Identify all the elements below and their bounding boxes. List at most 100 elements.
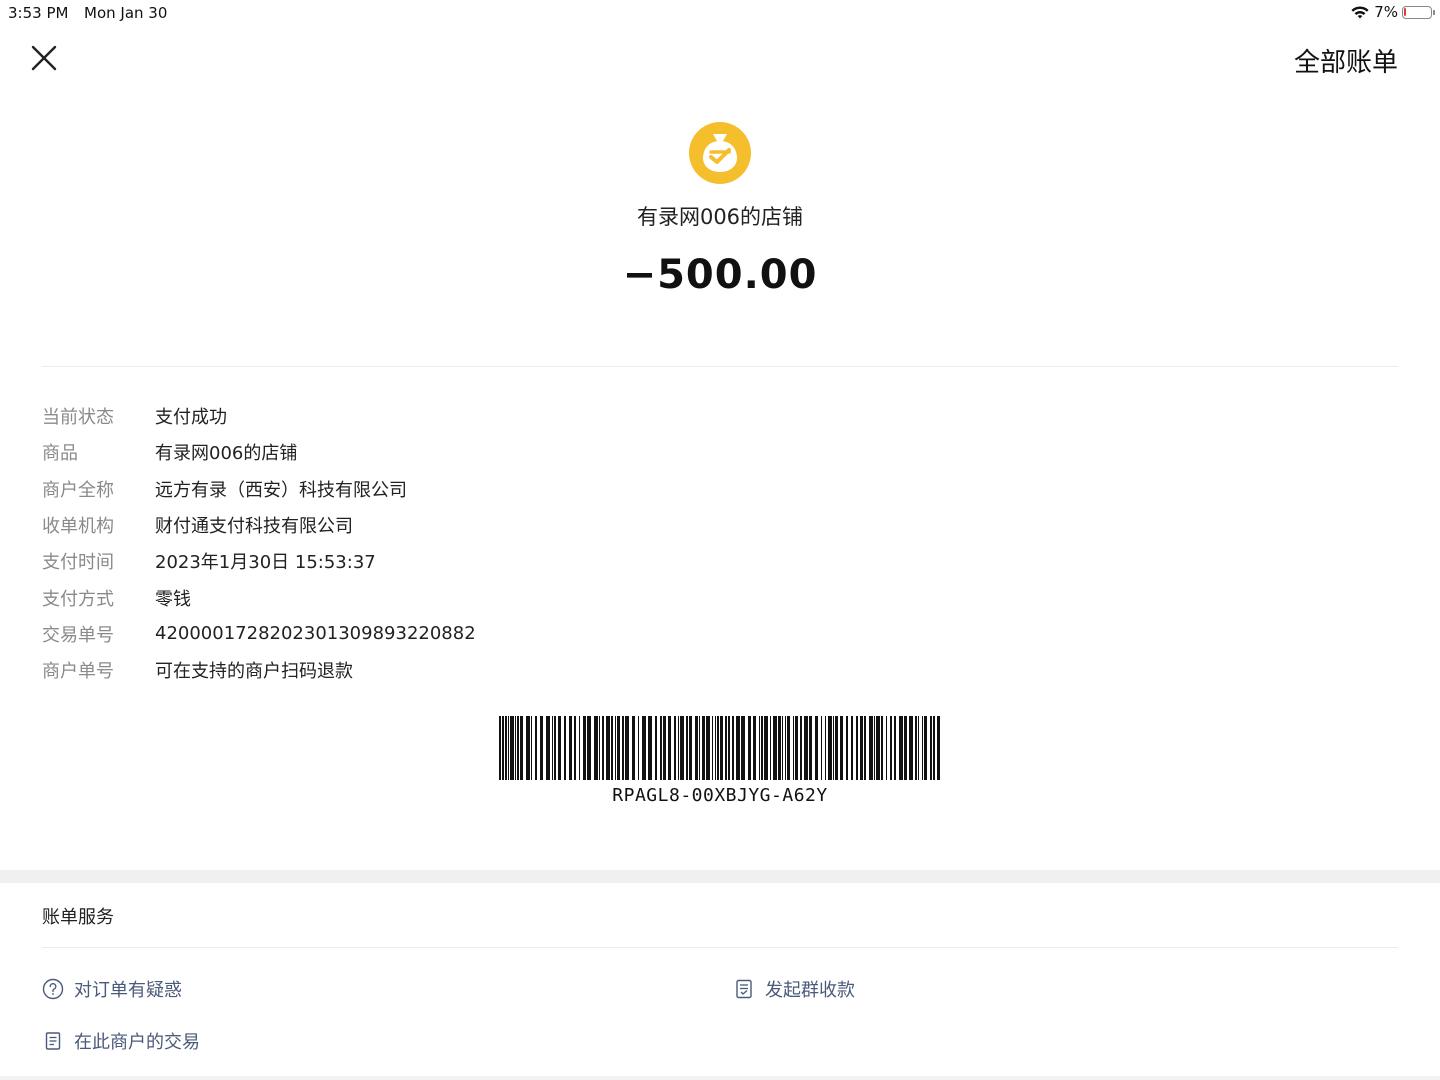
barcode-bar	[804, 716, 808, 780]
barcode-bar	[594, 716, 598, 780]
merchant-transactions-link[interactable]: 在此商户的交易	[42, 1028, 200, 1054]
barcode-bar	[526, 716, 530, 780]
section-separator	[0, 870, 1440, 883]
merchant-bag-icon	[689, 122, 751, 184]
detail-label: 收单机构	[42, 516, 114, 538]
barcode-bar	[825, 716, 826, 780]
barcode-bar	[937, 716, 940, 780]
barcode-bar	[502, 716, 504, 780]
group-receipt-icon	[736, 979, 752, 999]
barcode-bar	[678, 716, 679, 780]
barcode-bar	[787, 716, 790, 780]
barcode-bar	[728, 716, 730, 780]
battery-icon	[1402, 5, 1435, 19]
barcode-bar	[856, 716, 858, 780]
bottom-edge	[0, 1076, 1440, 1080]
group-receipt-label: 发起群收款	[765, 980, 855, 1001]
divider	[42, 947, 1398, 948]
barcode-bar	[933, 716, 935, 780]
order-question-link[interactable]: 对订单有疑惑	[42, 976, 182, 1002]
barcode-bars	[499, 716, 940, 780]
barcode-bar	[655, 716, 657, 780]
barcode-bar	[602, 716, 604, 780]
barcode-bar	[785, 716, 786, 780]
barcode-bar	[835, 716, 838, 780]
detail-value: 有录网006的店铺	[155, 443, 298, 465]
barcode-bar	[800, 716, 802, 780]
barcode-bar	[689, 716, 692, 780]
group-receipt-link[interactable]: 发起群收款	[733, 976, 855, 1002]
barcode-bar	[869, 716, 873, 780]
barcode-bar	[642, 716, 646, 780]
barcode-bar	[809, 716, 812, 780]
close-button[interactable]	[28, 42, 60, 74]
barcode-bar	[759, 716, 760, 780]
barcode-bar	[540, 716, 543, 780]
barcode-bar	[770, 716, 771, 780]
status-bar: 3:53 PM Mon Jan 30 7%	[0, 0, 1440, 26]
barcode-bar	[782, 716, 783, 780]
barcode-image	[499, 716, 941, 780]
barcode-bar	[833, 716, 834, 780]
barcode-bar	[860, 716, 863, 780]
barcode-bar	[699, 716, 700, 780]
detail-value: 可在支持的商户扫码退款	[155, 661, 353, 683]
barcode-bar	[558, 716, 561, 780]
barcode-bar	[725, 716, 727, 780]
detail-label: 当前状态	[42, 407, 114, 429]
detail-value[interactable]: 4200001728202301309893220882	[155, 623, 476, 644]
barcode-bar	[753, 716, 756, 780]
barcode-bar	[599, 716, 600, 780]
document-icon	[45, 1032, 61, 1050]
detail-row-merchant-full-name: 商户全称 远方有录（西安）科技有限公司	[42, 471, 476, 507]
barcode-bar	[909, 716, 913, 780]
detail-label: 支付方式	[42, 588, 114, 610]
barcode-bar	[795, 716, 798, 780]
barcode-bar	[574, 716, 576, 780]
barcode-bar	[764, 716, 768, 780]
barcode-bar	[564, 716, 566, 780]
status-right: 7%	[1350, 3, 1435, 21]
barcode-text: RPAGL8-00XBJYG-A62Y	[612, 785, 828, 806]
close-icon	[31, 45, 57, 71]
all-bills-link[interactable]: 全部账单	[1294, 42, 1398, 79]
barcode-bar	[761, 716, 763, 780]
detail-value: 零钱	[155, 588, 191, 610]
barcode-bar	[579, 716, 580, 780]
divider	[42, 366, 1398, 367]
order-question-label: 对订单有疑惑	[74, 980, 182, 1001]
barcode-bar	[915, 716, 917, 780]
barcode-bar	[930, 716, 932, 780]
detail-row-status: 当前状态 支付成功	[42, 398, 476, 434]
barcode-bar	[717, 716, 719, 780]
barcode-bar	[680, 716, 684, 780]
battery-percent: 7%	[1374, 3, 1398, 21]
barcode-bar	[674, 716, 676, 780]
detail-value: 财付通支付科技有限公司	[155, 516, 353, 538]
payment-amount: −500.00	[622, 252, 818, 298]
barcode-bar	[615, 716, 616, 780]
detail-label: 商品	[42, 443, 78, 465]
barcode-bar	[924, 716, 927, 780]
barcode-bar	[520, 716, 523, 780]
merchant-transactions-label: 在此商户的交易	[74, 1032, 200, 1053]
barcode-bar	[904, 716, 907, 780]
barcode-bar	[890, 716, 892, 780]
barcode-bar	[894, 716, 896, 780]
barcode-bar	[663, 716, 666, 780]
barcode-bar	[773, 716, 777, 780]
barcode-bar	[531, 716, 532, 780]
detail-row-product: 商品 有录网006的店铺	[42, 434, 476, 470]
barcode-bar	[569, 716, 572, 780]
barcode-bar	[505, 716, 507, 780]
barcode-bar	[499, 716, 501, 780]
barcode-bar	[648, 716, 652, 780]
detail-value: 远方有录（西安）科技有限公司	[155, 479, 407, 501]
barcode-bar	[840, 716, 843, 780]
barcode-bar	[554, 716, 556, 780]
barcode-bar	[668, 716, 671, 780]
barcode-bar	[617, 716, 620, 780]
merchant-logo	[689, 122, 751, 184]
detail-label: 商户单号	[42, 661, 114, 683]
barcode-bar	[606, 716, 610, 780]
